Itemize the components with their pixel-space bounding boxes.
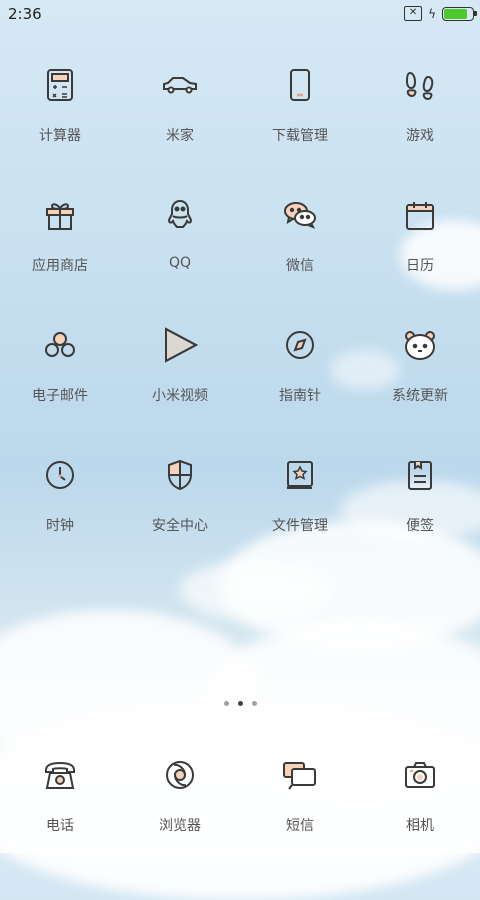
app-system-update[interactable]: 系统更新 xyxy=(360,315,480,405)
app-label: 电子邮件 xyxy=(32,388,88,404)
dock-browser[interactable]: 浏览器 xyxy=(120,745,240,835)
app-clock[interactable]: 时钟 xyxy=(0,445,120,535)
app-label: 米家 xyxy=(166,128,194,144)
app-label: 系统更新 xyxy=(392,388,448,404)
app-label: 游戏 xyxy=(406,128,434,144)
app-label: 相机 xyxy=(406,818,434,834)
battery-level xyxy=(444,8,468,19)
app-wechat[interactable]: 微信 xyxy=(240,185,360,275)
dock-phone[interactable]: 电话 xyxy=(0,745,120,835)
dock-camera[interactable]: 相机 xyxy=(360,745,480,835)
page-dot-active xyxy=(237,701,243,706)
app-label: 时钟 xyxy=(46,518,74,534)
message-icon xyxy=(270,745,330,805)
app-games[interactable]: 游戏 xyxy=(360,55,480,145)
app-label: 指南针 xyxy=(279,388,321,404)
app-label: QQ xyxy=(168,255,192,271)
status-bar: 2:36 ✕ ϟ xyxy=(0,0,480,28)
browser-icon xyxy=(150,745,210,805)
app-label: 微信 xyxy=(286,258,314,274)
qq-penguin-icon xyxy=(150,185,210,245)
app-label: 文件管理 xyxy=(272,518,328,534)
battery-icon xyxy=(442,6,477,21)
no-sim-icon: ✕ xyxy=(404,6,423,21)
note-icon xyxy=(390,445,450,505)
email-icon xyxy=(30,315,90,375)
app-qq[interactable]: QQ xyxy=(120,185,240,271)
page-indicator[interactable] xyxy=(0,701,480,706)
app-label: 下载管理 xyxy=(272,128,328,144)
compass-icon xyxy=(270,315,330,375)
app-label: 浏览器 xyxy=(159,818,201,834)
shield-icon xyxy=(150,445,210,505)
gift-icon xyxy=(30,185,90,245)
dock-messages[interactable]: 短信 xyxy=(240,745,360,835)
charging-icon: ϟ xyxy=(428,6,436,21)
page-dot xyxy=(251,701,257,706)
app-calendar[interactable]: 日历 xyxy=(360,185,480,275)
app-compass[interactable]: 指南针 xyxy=(240,315,360,405)
telephone-icon xyxy=(30,745,90,805)
camera-icon xyxy=(390,745,450,805)
star-book-icon xyxy=(270,445,330,505)
app-label: 应用商店 xyxy=(32,258,88,274)
app-mijia[interactable]: 米家 xyxy=(120,55,240,145)
app-app-store[interactable]: 应用商店 xyxy=(0,185,120,275)
app-mi-video[interactable]: 小米视频 xyxy=(120,315,240,405)
calculator-icon xyxy=(30,55,90,115)
app-download-manager[interactable]: 下载管理 xyxy=(240,55,360,145)
app-label: 短信 xyxy=(286,818,314,834)
app-calculator[interactable]: 计算器 xyxy=(0,55,120,145)
app-file-manager[interactable]: 文件管理 xyxy=(240,445,360,535)
app-label: 计算器 xyxy=(39,128,81,144)
play-icon xyxy=(150,315,210,375)
app-label: 便签 xyxy=(406,518,434,534)
app-label: 小米视频 xyxy=(152,388,208,404)
car-icon xyxy=(150,55,210,115)
wechat-icon xyxy=(270,185,330,245)
app-label: 电话 xyxy=(46,818,74,834)
app-email[interactable]: 电子邮件 xyxy=(0,315,120,405)
app-notes[interactable]: 便签 xyxy=(360,445,480,535)
clock-icon xyxy=(30,445,90,505)
calendar-icon xyxy=(390,185,450,245)
status-time: 2:36 xyxy=(8,5,42,23)
bear-icon xyxy=(390,315,450,375)
app-label: 日历 xyxy=(406,258,434,274)
footprints-icon xyxy=(390,55,450,115)
app-label: 安全中心 xyxy=(152,518,208,534)
app-security-center[interactable]: 安全中心 xyxy=(120,445,240,535)
page-dot xyxy=(223,701,229,706)
phone-device-icon xyxy=(270,55,330,115)
